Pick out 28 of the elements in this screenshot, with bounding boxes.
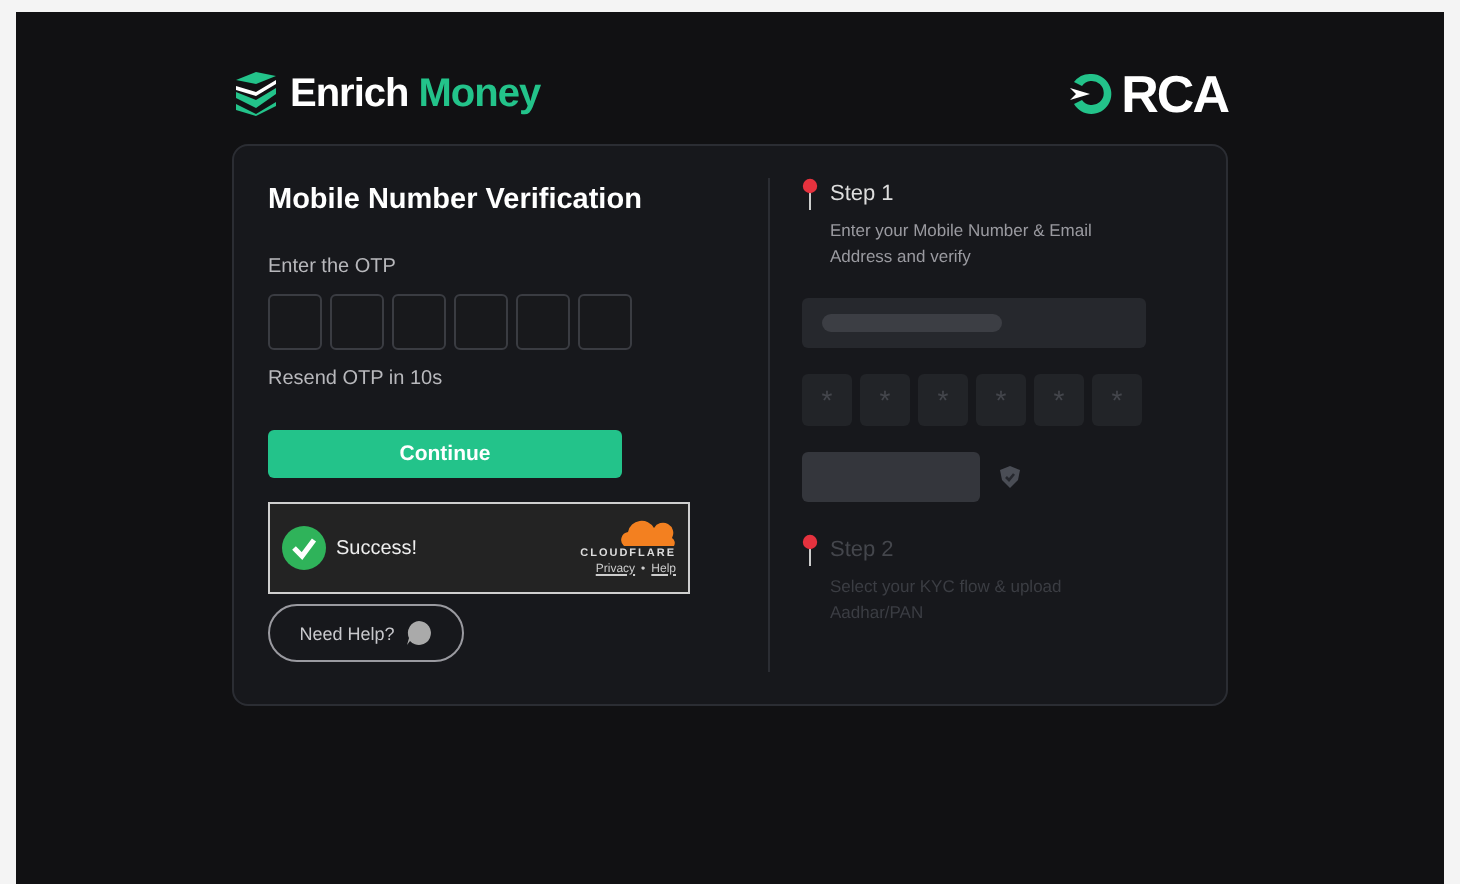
masked-digit: * [1034,374,1084,426]
otp-field[interactable] [392,294,446,350]
masked-digit: * [802,374,852,426]
captcha-status: Success! [336,537,420,559]
masked-digit: * [976,374,1026,426]
pin-icon [802,178,818,210]
brand-name: RCA [1121,63,1228,125]
logo-icon [232,72,280,116]
brand-name: Money [418,71,541,117]
masked-digit: * [1092,374,1142,426]
masked-digit: * [918,374,968,426]
step-title: Step 1 [830,182,894,206]
pin-icon [802,534,818,566]
otp-field[interactable] [516,294,570,350]
chat-icon [406,620,433,646]
shield-icon [1000,466,1020,488]
masked-digit: * [860,374,910,426]
form-title: Mobile Number Verification [268,184,644,216]
otp-label: Enter the OTP [268,256,398,278]
otp-field[interactable] [268,294,322,350]
brand-name: Enrich [290,71,409,117]
otp-field[interactable] [454,294,508,350]
otp-field[interactable] [330,294,384,350]
otp-field[interactable] [578,294,632,350]
resend-timer: Resend OTP in 10s [268,368,445,390]
cloud-icon [616,519,676,545]
step-description: Enter your Mobile Number & Email Address and verify [830,218,1094,270]
help-button[interactable]: Need Help? [268,604,464,662]
